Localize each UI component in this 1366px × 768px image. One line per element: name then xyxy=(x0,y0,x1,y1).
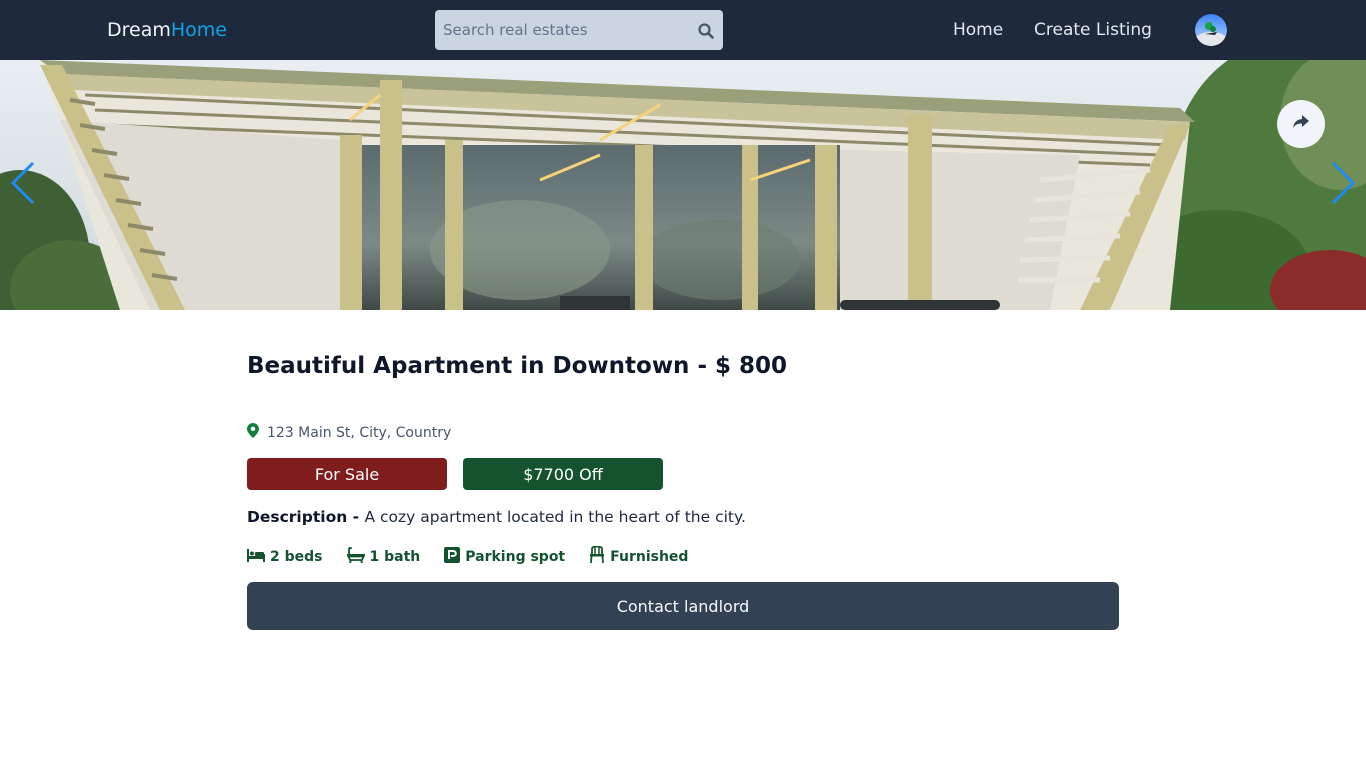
feature-baths-label: 1 bath xyxy=(369,548,421,565)
prev-image-button[interactable] xyxy=(8,160,38,210)
bath-icon xyxy=(346,546,365,567)
share-button[interactable] xyxy=(1277,100,1325,148)
map-pin-icon xyxy=(247,423,259,442)
discount-badge: $7700 Off xyxy=(463,458,663,490)
listing-title: Beautiful Apartment in Downtown - $ 800 xyxy=(247,353,788,379)
listing-features: 2 beds 1 bath Parking spot Furnished xyxy=(247,545,689,567)
feature-furnished: Furnished xyxy=(589,545,689,567)
search-icon[interactable] xyxy=(695,20,717,42)
search-bar xyxy=(435,10,723,50)
listing-type-badge: For Sale xyxy=(247,458,447,490)
site-logo[interactable]: DreamHome xyxy=(107,18,227,42)
feature-parking: Parking spot xyxy=(444,546,565,567)
chevron-right-icon xyxy=(1329,159,1357,211)
logo-home: Home xyxy=(170,19,227,41)
listing-photo xyxy=(0,60,1366,310)
chevron-left-icon xyxy=(9,159,37,211)
search-input[interactable] xyxy=(435,10,685,50)
feature-furnished-label: Furnished xyxy=(610,548,689,565)
description-label: Description - xyxy=(247,508,365,526)
nav-home-link[interactable]: Home xyxy=(953,19,1003,41)
feature-parking-label: Parking spot xyxy=(465,548,566,565)
top-navbar: DreamHome Home Create Listing xyxy=(0,0,1366,60)
logo-dream: Dream xyxy=(107,19,171,41)
listing-address: 123 Main St, City, Country xyxy=(247,423,451,442)
share-icon xyxy=(1292,114,1310,134)
bed-icon xyxy=(247,548,265,566)
next-image-button[interactable] xyxy=(1328,160,1358,210)
feature-baths: 1 bath xyxy=(346,546,421,567)
description-text: A cozy apartment located in the heart of… xyxy=(364,508,746,526)
avatar[interactable] xyxy=(1195,14,1227,46)
listing-description: Description - A cozy apartment located i… xyxy=(247,508,746,526)
feature-beds: 2 beds xyxy=(247,546,323,567)
contact-landlord-button[interactable]: Contact landlord xyxy=(247,582,1119,630)
parking-icon xyxy=(444,546,461,567)
nav-create-listing-link[interactable]: Create Listing xyxy=(1034,19,1152,41)
chair-icon xyxy=(589,545,605,567)
feature-beds-label: 2 beds xyxy=(270,548,323,565)
listing-image-gallery xyxy=(0,60,1366,310)
address-text: 123 Main St, City, Country xyxy=(267,424,452,441)
